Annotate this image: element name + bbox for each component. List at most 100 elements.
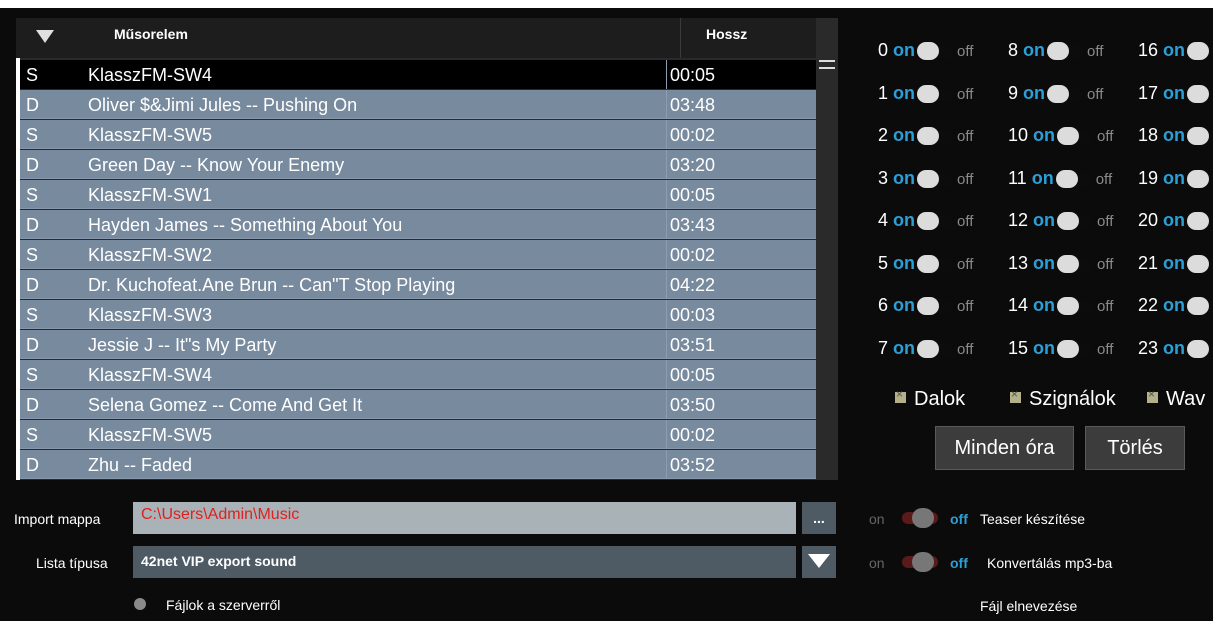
row-type: D [26,455,39,475]
table-row[interactable]: S KlasszFM-SW5 00:02 [20,120,816,149]
hour-switch[interactable] [917,212,955,231]
filter-wav[interactable]: Wav [1147,387,1205,411]
file-naming-label[interactable]: Fájl elnevezése [980,598,1077,614]
hour-off-label: off [957,43,974,60]
teaser-switch[interactable] [902,508,938,528]
import-folder-field[interactable]: C:\Users\Admin\Music [133,502,796,534]
hour-switch[interactable] [1187,169,1213,188]
hour-switch[interactable] [1187,254,1213,273]
hour-toggle-18[interactable]: 18 onoff [1138,125,1213,149]
hour-switch[interactable] [917,339,955,358]
hour-switch[interactable] [1057,254,1095,273]
table-row[interactable]: D Selena Gomez -- Come And Get It 03:50 [20,390,816,419]
hour-switch[interactable] [917,254,955,273]
checkbox-icon[interactable] [1010,387,1021,403]
hour-on-label: on [893,295,916,315]
table-row[interactable]: S KlasszFM-SW2 00:02 [20,240,816,269]
hour-toggle-2[interactable]: 2 on off [878,125,973,149]
hour-switch[interactable] [917,127,955,146]
hour-on-label: on [1033,295,1056,315]
hour-toggle-6[interactable]: 6 on off [878,295,973,319]
filter-songs[interactable]: Dalok [895,387,965,411]
import-folder-value: C:\Users\Admin\Music [141,506,300,523]
hour-switch[interactable] [1187,339,1213,358]
table-row[interactable]: D Jessie J -- It"s My Party 03:51 [20,330,816,359]
hour-switch[interactable] [1047,84,1085,103]
hour-toggle-20[interactable]: 20 onoff [1138,210,1213,234]
hour-number: 12 [1008,210,1029,230]
hour-toggle-16[interactable]: 16 onoff [1138,40,1213,64]
table-row[interactable]: S KlasszFM-SW4 00:05 [20,360,816,389]
hour-toggle-9[interactable]: 9 on off [1008,83,1103,107]
hour-switch[interactable] [1187,212,1213,231]
scrollbar[interactable] [816,18,838,480]
list-type-value: 42net VIP export sound [141,553,297,569]
table-row[interactable]: D Green Day -- Know Your Enemy 03:20 [20,150,816,179]
scrollbar-thumb[interactable] [819,60,835,69]
hour-toggle-22[interactable]: 22 onoff [1138,295,1213,319]
table-row[interactable]: S KlasszFM-SW3 00:03 [20,300,816,329]
hour-switch[interactable] [917,297,955,316]
hour-switch[interactable] [1057,297,1095,316]
hour-toggle-5[interactable]: 5 on off [878,253,973,277]
browse-button[interactable]: ... [802,502,836,534]
hour-switch[interactable] [1055,169,1094,188]
hour-toggle-4[interactable]: 4 on off [878,210,973,234]
playlist-table[interactable]: Műsorelem Hossz S KlasszFM-SW4 00:05 D Olive… [16,18,838,480]
list-type-select[interactable]: 42net VIP export sound [133,546,796,578]
table-row[interactable]: D Zhu -- Faded 03:52 [20,450,816,479]
hour-toggle-13[interactable]: 13 on off [1008,253,1113,277]
hour-toggle-3[interactable]: 3 on off [878,168,973,192]
table-row[interactable]: D Dr. Kuchofeat.Ane Brun -- Can"T Stop Pl… [20,270,816,299]
hour-switch[interactable] [1047,42,1085,61]
column-header-length[interactable]: Hossz [706,26,747,42]
hour-toggle-21[interactable]: 21 onoff [1138,253,1213,277]
hour-number: 17 [1138,82,1159,103]
hour-toggle-14[interactable]: 14 on off [1008,295,1113,319]
checkbox-icon[interactable] [1147,387,1158,403]
column-header-title[interactable]: Műsorelem [114,26,188,42]
hour-switch[interactable] [917,169,955,188]
table-row[interactable]: S KlasszFM-SW4 00:05 [20,60,816,89]
table-row[interactable]: S KlasszFM-SW5 00:02 [20,420,816,449]
row-length: 03:52 [670,455,716,475]
hour-toggle-23[interactable]: 23 onoff [1138,338,1213,362]
hour-toggle-0[interactable]: 0 on off [878,40,973,64]
table-row[interactable]: S KlasszFM-SW1 00:05 [20,180,816,209]
server-files-radio[interactable] [134,598,146,610]
cell-divider [666,270,667,299]
sort-button[interactable] [20,18,70,58]
convert-switch[interactable] [902,552,938,572]
checkbox-icon[interactable] [895,387,906,403]
table-body: S KlasszFM-SW4 00:05 D Oliver $&Jimi Jules -… [16,60,816,480]
row-length: 00:03 [670,305,716,325]
hour-switch[interactable] [1057,212,1095,231]
hour-number: 18 [1138,125,1159,145]
list-type-dropdown-button[interactable] [802,546,836,578]
hour-switch[interactable] [1187,297,1213,316]
table-row[interactable]: D Oliver $&Jimi Jules -- Pushing On 03:48 [20,90,816,119]
filter-jingles[interactable]: Szignálok [1010,387,1116,411]
hour-switch[interactable] [1187,127,1213,146]
delete-button[interactable]: Törlés [1085,426,1185,470]
hour-toggle-7[interactable]: 7 on off [878,338,973,362]
hour-switch[interactable] [1057,339,1095,358]
hour-toggle-19[interactable]: 19 onoff [1138,168,1213,192]
hour-on-label: on [1023,40,1046,60]
all-hours-button[interactable]: Minden óra [935,426,1074,470]
hour-toggle-12[interactable]: 12 on off [1008,210,1113,234]
hour-toggle-15[interactable]: 15 on off [1008,338,1113,362]
row-title: Hayden James -- Something About You [88,215,403,235]
hour-switch[interactable] [917,42,955,61]
hour-switch[interactable] [1187,42,1213,61]
hour-toggle-1[interactable]: 1 on off [878,83,973,107]
hour-toggle-10[interactable]: 10 on off [1008,125,1113,149]
hour-toggle-11[interactable]: 11 on off [1008,168,1112,192]
table-row[interactable]: D Hayden James -- Something About You 03:4… [20,210,816,239]
hour-switch[interactable] [1187,84,1213,103]
hour-toggle-8[interactable]: 8 on off [1008,40,1103,64]
row-length: 00:02 [670,245,716,265]
hour-toggle-17[interactable]: 17 onoff [1138,83,1213,107]
hour-switch[interactable] [917,84,955,103]
hour-switch[interactable] [1057,127,1095,146]
